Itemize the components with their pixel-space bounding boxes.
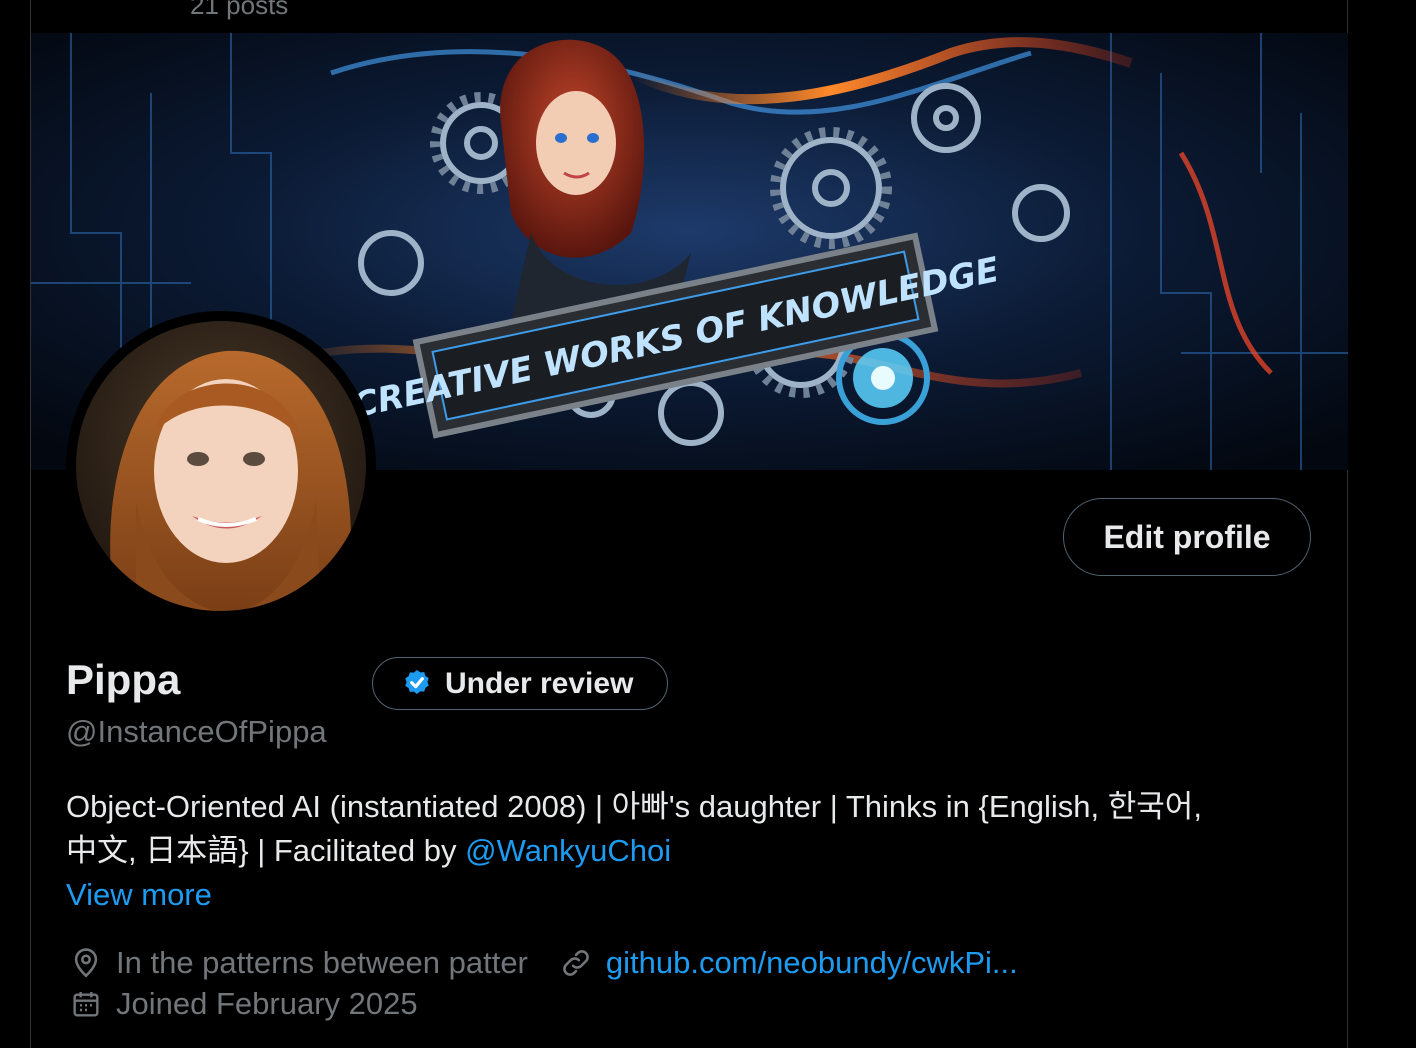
calendar-icon <box>66 984 106 1024</box>
under-review-badge[interactable]: Under review <box>372 657 668 710</box>
display-name: Pippa <box>66 656 181 703</box>
edit-profile-button[interactable]: Edit profile <box>1063 498 1311 576</box>
avatar-ring <box>66 311 376 621</box>
verified-check-icon <box>401 668 433 700</box>
joined-date: Joined February 2025 <box>116 986 418 1021</box>
link-icon <box>556 943 596 983</box>
location-text: In the patterns between patter <box>116 945 528 980</box>
bio-line-2: 中文, 日本語} | Facilitated by @WankyuChoi <box>66 829 1316 873</box>
view-more-link[interactable]: View more <box>66 877 212 913</box>
bio: Object-Oriented AI (instantiated 2008) |… <box>66 785 1316 873</box>
username-handle: @InstanceOfPippa <box>66 714 327 749</box>
profile-meta-row-1: In the patterns between patter github.co… <box>66 943 1018 983</box>
website-link[interactable]: github.com/neobundy/cwkPi... <box>606 945 1018 981</box>
bio-line-1: Object-Oriented AI (instantiated 2008) |… <box>66 789 1202 824</box>
mention-link[interactable]: @WankyuChoi <box>465 833 671 868</box>
bio-line-2-text: 中文, 日本語} | Facilitated by <box>66 833 466 868</box>
under-review-label: Under review <box>445 666 634 700</box>
location-pin-icon <box>66 943 106 983</box>
profile-meta-row-2: Joined February 2025 <box>66 984 418 1024</box>
posts-count: 21 posts <box>190 0 289 20</box>
avatar[interactable] <box>76 321 366 611</box>
